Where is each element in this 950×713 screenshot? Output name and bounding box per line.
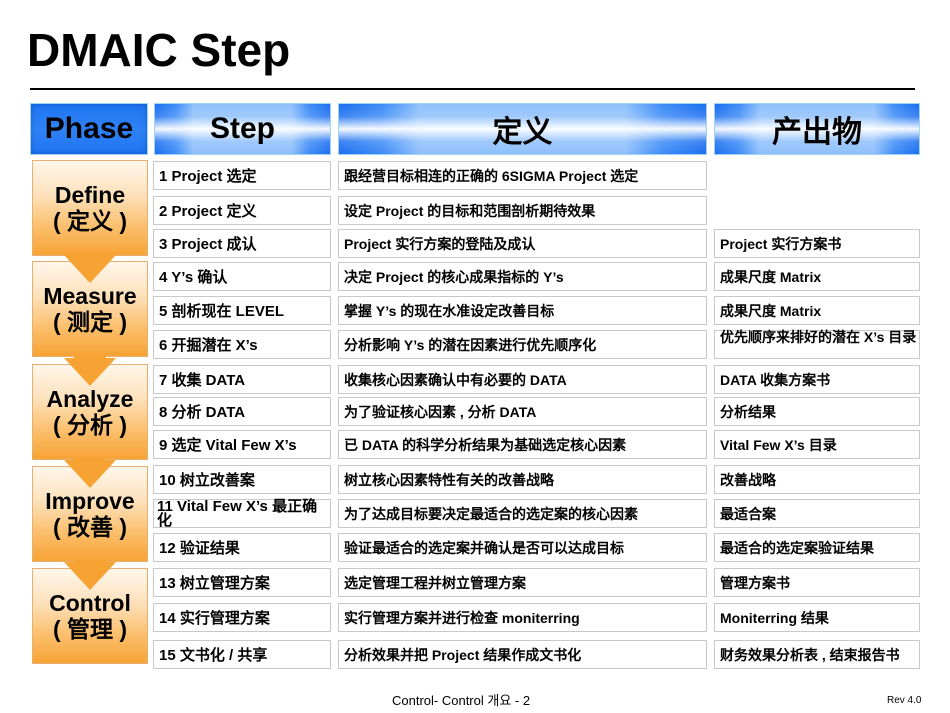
arrow-down-icon [64, 458, 116, 488]
definition-cell: 收集核心因素确认中有必要的 DATA [338, 365, 707, 394]
definition-cell: 实行管理方案并进行检查 moniterring [338, 603, 707, 632]
step-cell: 14 实行管理方案 [153, 603, 331, 632]
definition-cell: 树立核心因素特性有关的改善战略 [338, 465, 707, 494]
phase-control-cn: ( 管理 ) [52, 615, 128, 642]
definition-cell: 选定管理工程并树立管理方案 [338, 568, 707, 597]
header-definition: 定义 [338, 103, 707, 155]
arrow-down-icon [64, 560, 116, 590]
step-cell: 4 Y’s 确认 [153, 262, 331, 291]
step-cell: 5 剖析现在 LEVEL [153, 296, 331, 325]
phase-define-cn: ( 定义 ) [52, 207, 128, 234]
output-cell: Moniterring 结果 [714, 603, 920, 632]
output-cell: Vital Few X’s 目录 [714, 430, 920, 459]
step-cell: 11 Vital Few X’s 最正确化 [153, 499, 331, 528]
step-cell: 7 收集 DATA [153, 365, 331, 394]
definition-cell: 分析效果并把 Project 结果作成文书化 [338, 640, 707, 669]
definition-cell: 跟经营目标相连的正确的 6SIGMA Project 选定 [338, 161, 707, 190]
step-cell: 9 选定 Vital Few X’s [153, 430, 331, 459]
header-output: 产出物 [714, 103, 920, 155]
arrow-down-icon [64, 253, 116, 283]
phase-analyze-en: Analyze [46, 385, 134, 412]
definition-cell: 设定 Project 的目标和范围剖析期待效果 [338, 196, 707, 225]
header-step-label: Step [209, 112, 275, 145]
output-cell: 最适合的选定案验证结果 [714, 533, 920, 562]
step-cell: 10 树立改善案 [153, 465, 331, 494]
step-cell: 6 开掘潜在 X’s [153, 330, 331, 359]
phase-measure-en: Measure [43, 282, 137, 309]
phase-define: Define ( 定义 ) [32, 160, 148, 256]
arrow-down-icon [64, 356, 116, 386]
phase-improve-cn: ( 改善 ) [52, 513, 128, 540]
step-cell: 15 文书化 / 共享 [153, 640, 331, 669]
phase-improve-en: Improve [45, 487, 135, 514]
page-title: DMAIC Step [27, 24, 291, 76]
definition-cell: 分析影响 Y’s 的潜在因素进行优先顺序化 [338, 330, 707, 359]
header-output-label: 产出物 [772, 116, 862, 149]
phase-define-en: Define [54, 181, 126, 208]
output-cell: Project 实行方案书 [714, 229, 920, 258]
step-cell: 1 Project 选定 [153, 161, 331, 190]
step-cell: 12 验证结果 [153, 533, 331, 562]
definition-cell: 为了达成目标要决定最适合的选定案的核心因素 [338, 499, 707, 528]
header-step: Step [154, 103, 331, 155]
header-phase: Phase [30, 103, 148, 155]
definition-cell: 验证最适合的选定案并确认是否可以达成目标 [338, 533, 707, 562]
output-cell: 财务效果分析表 , 结束报告书 [714, 640, 920, 669]
output-cell: 改善战略 [714, 465, 920, 494]
definition-cell: Project 实行方案的登陆及成认 [338, 229, 707, 258]
output-cell: 成果尺度 Matrix [714, 262, 920, 291]
step-cell: 13 树立管理方案 [153, 568, 331, 597]
definition-cell: 决定 Project 的核心成果指标的 Y’s [338, 262, 707, 291]
definition-cell: 掌握 Y’s 的现在水准设定改善目标 [338, 296, 707, 325]
output-cell: 管理方案书 [714, 568, 920, 597]
step-cell: 3 Project 成认 [153, 229, 331, 258]
definition-cell: 为了验证核心因素 , 分析 DATA [338, 397, 707, 426]
definition-cell: 已 DATA 的科学分析结果为基础选定核心因素 [338, 430, 707, 459]
phase-measure-cn: ( 测定 ) [52, 308, 128, 335]
title-divider [30, 88, 915, 90]
header-definition-label: 定义 [492, 116, 553, 149]
phase-control-en: Control [49, 589, 131, 616]
header-phase-label: Phase [44, 112, 134, 145]
output-cell: 优先顺序来排好的潜在 X’s 目录 [714, 330, 920, 359]
output-cell: 分析结果 [714, 397, 920, 426]
output-cell: DATA 收集方案书 [714, 365, 920, 394]
step-cell: 8 分析 DATA [153, 397, 331, 426]
output-cell: 成果尺度 Matrix [714, 296, 920, 325]
phase-analyze-cn: ( 分析 ) [52, 411, 128, 438]
footer-revision: Rev 4.0 [887, 695, 922, 706]
step-cell: 2 Project 定义 [153, 196, 331, 225]
footer-page-label: Control- Control 개요 - 2 [392, 693, 531, 708]
output-cell: 最适合案 [714, 499, 920, 528]
